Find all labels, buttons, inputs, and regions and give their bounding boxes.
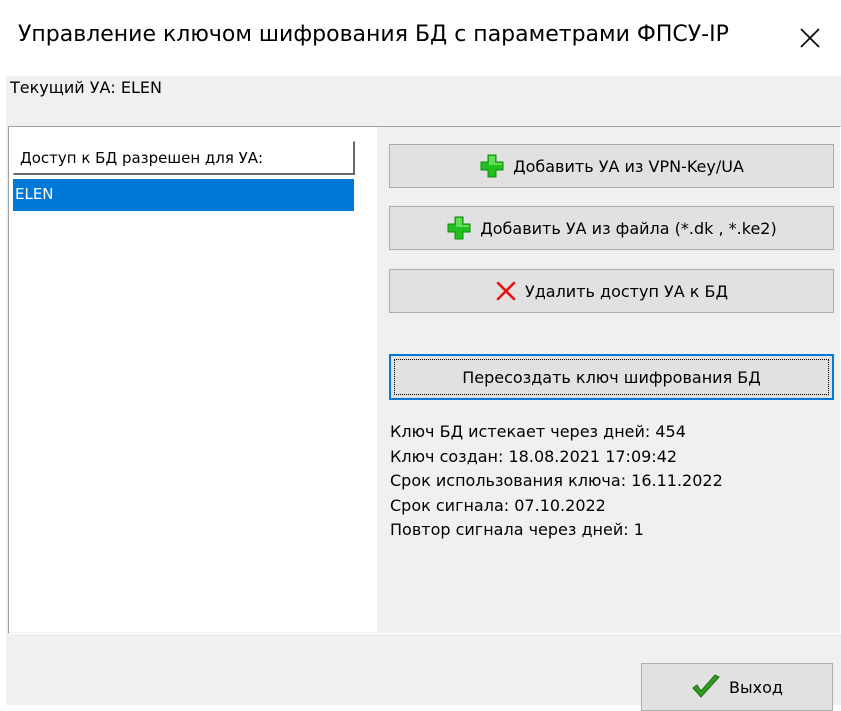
access-list[interactable]: Доступ к БД разрешен для УА: ELEN	[8, 126, 377, 632]
dialog-body: Текущий УА: ELEN Доступ к БД разрешен дл…	[6, 76, 841, 711]
close-button[interactable]	[779, 0, 841, 76]
title-bar: Управление ключом шифрования БД с параме…	[0, 0, 841, 76]
plus-icon	[446, 215, 472, 241]
signal-term-text: Срок сигнала: 07.10.2022	[390, 495, 606, 515]
recreate-key-button[interactable]: Пересоздать ключ шифрования БД	[389, 354, 834, 400]
current-ua-label: Текущий УА: ELEN	[10, 78, 162, 97]
key-usage-term-text: Срок использования ключа: 16.11.2022	[390, 471, 723, 490]
exit-label: Выход	[729, 677, 783, 697]
add-ua-file-label: Добавить УА из файла (*.dk , *.ke2)	[480, 218, 777, 238]
remove-access-button[interactable]: Удалить доступ УА к БД	[389, 269, 834, 313]
key-expires-text: Ключ БД истекает через дней: 454	[390, 422, 686, 441]
exit-button[interactable]: Выход	[641, 663, 833, 711]
plus-icon	[479, 153, 505, 179]
close-icon	[800, 28, 820, 48]
add-ua-vpn-button[interactable]: Добавить УА из VPN-Key/UA	[389, 144, 834, 188]
window-title: Управление ключом шифрования БД с параме…	[18, 22, 729, 47]
focus-ring	[394, 359, 829, 395]
cross-icon	[495, 280, 517, 302]
list-item[interactable]: ELEN	[13, 179, 354, 211]
add-ua-vpn-label: Добавить УА из VPN-Key/UA	[513, 156, 744, 176]
key-created-text: Ключ создан: 18.08.2021 17:09:42	[390, 446, 678, 466]
access-list-header[interactable]: Доступ к БД разрешен для УА:	[13, 141, 355, 175]
signal-repeat-text: Повтор сигнала через дней: 1	[390, 520, 644, 539]
add-ua-file-button[interactable]: Добавить УА из файла (*.dk , *.ke2)	[389, 206, 834, 250]
remove-access-label: Удалить доступ УА к БД	[524, 281, 729, 301]
dialog-window: Управление ключом шифрования БД с параме…	[0, 0, 841, 711]
key-info: Ключ БД истекает через дней: 454 Ключ со…	[390, 420, 723, 543]
checkmark-icon	[691, 674, 721, 700]
